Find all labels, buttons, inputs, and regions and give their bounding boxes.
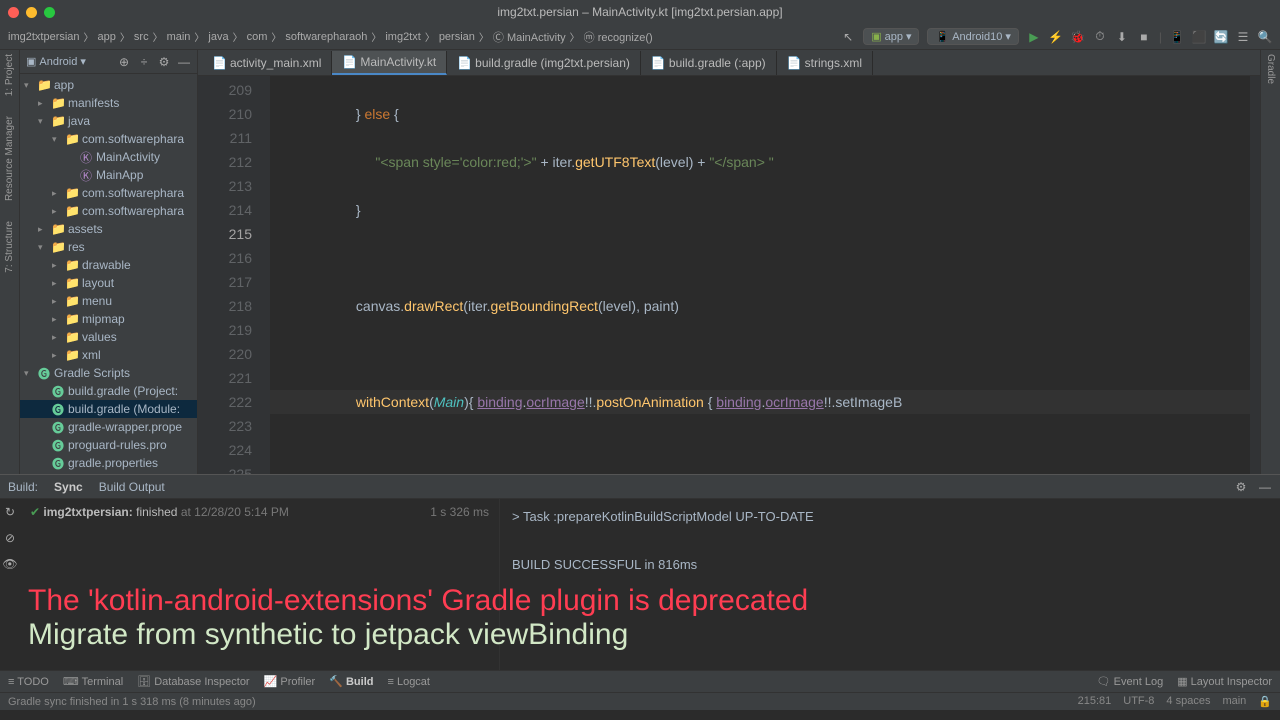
filter-icon[interactable]: ⊘ [3, 531, 17, 545]
stop-icon[interactable]: ■ [1137, 30, 1151, 44]
expand-icon[interactable]: 👁 [3, 557, 17, 571]
sync-icon[interactable]: 🔄 [1214, 30, 1228, 44]
minimize-window-icon[interactable] [26, 7, 37, 18]
tree-item[interactable]: ▸📁mipmap [20, 310, 197, 328]
title-bar: img2txt.persian – MainActivity.kt [img2t… [0, 0, 1280, 24]
hide-panel-icon[interactable]: — [1258, 480, 1272, 494]
gradle-tool-button[interactable]: Gradle [1265, 54, 1276, 84]
status-bar: Gradle sync finished in 1 s 318 ms (8 mi… [0, 692, 1280, 710]
device-select[interactable]: 📱Android10▾ [927, 28, 1018, 45]
tree-item[interactable]: ⓀMainApp [20, 166, 197, 184]
sync-tab[interactable]: Sync [54, 480, 83, 494]
project-tree[interactable]: ▾📁app▸📁manifests▾📁java▾📁com.softwarephar… [20, 74, 197, 474]
tree-item[interactable]: ▾📁com.softwarephara [20, 130, 197, 148]
terminal-button[interactable]: ⌨ Terminal [63, 675, 123, 688]
db-inspector-button[interactable]: 🗄 Database Inspector [137, 675, 249, 688]
target-icon[interactable]: ⊕ [117, 55, 131, 69]
tree-item[interactable]: ▾📁res [20, 238, 197, 256]
tree-item[interactable]: ▸📁menu [20, 292, 197, 310]
right-tool-strip: Gradle [1260, 50, 1280, 474]
attach-debugger-icon[interactable]: ⬇ [1115, 30, 1129, 44]
line-gutter: 2092102112122132142152162172182192202212… [198, 76, 270, 474]
build-output-tab[interactable]: Build Output [99, 480, 165, 494]
resource-manager-tool-button[interactable]: Resource Manager [4, 116, 15, 201]
logcat-button[interactable]: ≡ Logcat [387, 676, 430, 688]
run-config-select[interactable]: ▣app▾ [863, 28, 919, 45]
todo-button[interactable]: ≡ TODO [8, 676, 49, 688]
tree-item[interactable]: ▸📁drawable [20, 256, 197, 274]
tree-item[interactable]: ▸📁manifests [20, 94, 197, 112]
tree-item[interactable]: ▸📁xml [20, 346, 197, 364]
tree-item[interactable]: 🅖build.gradle (Project: [20, 382, 197, 400]
event-log-button[interactable]: 🗨 Event Log [1097, 675, 1164, 688]
editor-tab[interactable]: 📄build.gradle (:app) [641, 51, 777, 75]
git-branch[interactable]: main [1222, 695, 1246, 708]
collapse-icon[interactable]: ÷ [137, 55, 151, 69]
tree-item[interactable]: 🅖gradle-wrapper.prope [20, 418, 197, 436]
editor-tabs[interactable]: 📄activity_main.xml📄MainActivity.kt📄build… [198, 50, 1260, 76]
cursor-position[interactable]: 215:81 [1078, 695, 1112, 708]
tree-item[interactable]: ▸📁values [20, 328, 197, 346]
navigation-bar: img2txtpersian〉 app〉 src〉 main〉 java〉 co… [0, 24, 1280, 50]
hide-icon[interactable]: — [177, 55, 191, 69]
bottom-toolbar: ≡ TODO ⌨ Terminal 🗄 Database Inspector 📈… [0, 670, 1280, 692]
project-tool-button[interactable]: 1: Project [4, 54, 15, 96]
debug-icon[interactable]: 🐞 [1071, 30, 1085, 44]
gear-icon[interactable]: ⚙ [157, 55, 171, 69]
left-tool-strip: 1: Project Resource Manager 7: Structure [0, 50, 20, 474]
run-button[interactable]: ▶ [1027, 30, 1041, 44]
editor-tab[interactable]: 📄MainActivity.kt [332, 51, 447, 75]
tree-item[interactable]: ⓀMainActivity [20, 148, 197, 166]
sdk-icon[interactable]: ⬛ [1192, 30, 1206, 44]
overlay-caption: The 'kotlin-android-extensions' Gradle p… [28, 584, 808, 652]
tree-item[interactable]: 🅖build.gradle (Module: [20, 400, 197, 418]
build-panel: Build: Sync Build Output ⚙ — ↻ ⊘ 👁 ✔ img… [0, 474, 1280, 670]
tree-item[interactable]: ▸📁com.softwarephara [20, 184, 197, 202]
settings-icon[interactable]: ⚙ [1234, 480, 1248, 494]
project-sidebar: ▣Android▾ ⊕ ÷ ⚙ — ▾📁app▸📁manifests▾📁java… [20, 50, 198, 474]
editor-tab[interactable]: 📄strings.xml [777, 51, 873, 75]
build-button[interactable]: 🔨 Build [329, 675, 373, 688]
avd-icon[interactable]: 📱 [1170, 30, 1184, 44]
tree-item[interactable]: 🅖gradle.properties [20, 454, 197, 472]
profile-icon[interactable]: ⏱ [1093, 30, 1107, 44]
lock-icon[interactable]: 🔒 [1258, 695, 1272, 708]
structure-icon[interactable]: ☰ [1236, 30, 1250, 44]
tree-item[interactable]: ▾📁app [20, 76, 197, 94]
editor-tab[interactable]: 📄activity_main.xml [202, 51, 332, 75]
nav-back-icon[interactable]: ↖ [841, 30, 855, 44]
editor-tab[interactable]: 📄build.gradle (img2txt.persian) [447, 51, 641, 75]
tree-item[interactable]: ▸📁layout [20, 274, 197, 292]
search-icon[interactable]: 🔍 [1258, 30, 1272, 44]
restart-icon[interactable]: ↻ [3, 505, 17, 519]
apply-changes-icon[interactable]: ⚡ [1049, 30, 1063, 44]
close-window-icon[interactable] [8, 7, 19, 18]
status-message: Gradle sync finished in 1 s 318 ms (8 mi… [8, 696, 256, 708]
structure-tool-button[interactable]: 7: Structure [4, 221, 15, 273]
maximize-window-icon[interactable] [44, 7, 55, 18]
indent[interactable]: 4 spaces [1166, 695, 1210, 708]
tree-item[interactable]: ▾🅖Gradle Scripts [20, 364, 197, 382]
tree-item[interactable]: ▸📁assets [20, 220, 197, 238]
encoding[interactable]: UTF-8 [1123, 695, 1154, 708]
layout-inspector-button[interactable]: ▦ Layout Inspector [1177, 675, 1272, 688]
profiler-button[interactable]: 📈 Profiler [264, 675, 316, 688]
window-title: img2txt.persian – MainActivity.kt [img2t… [497, 5, 782, 19]
breadcrumb[interactable]: img2txtpersian〉 app〉 src〉 main〉 java〉 co… [8, 29, 653, 45]
error-stripe[interactable] [1250, 76, 1260, 474]
tree-item[interactable]: ▸📁com.softwarephara [20, 202, 197, 220]
code-editor[interactable]: } else { "<span style='color:red;'>" + i… [270, 76, 1250, 474]
tree-item[interactable]: ▾📁java [20, 112, 197, 130]
tree-item[interactable]: 🅖proguard-rules.pro [20, 436, 197, 454]
